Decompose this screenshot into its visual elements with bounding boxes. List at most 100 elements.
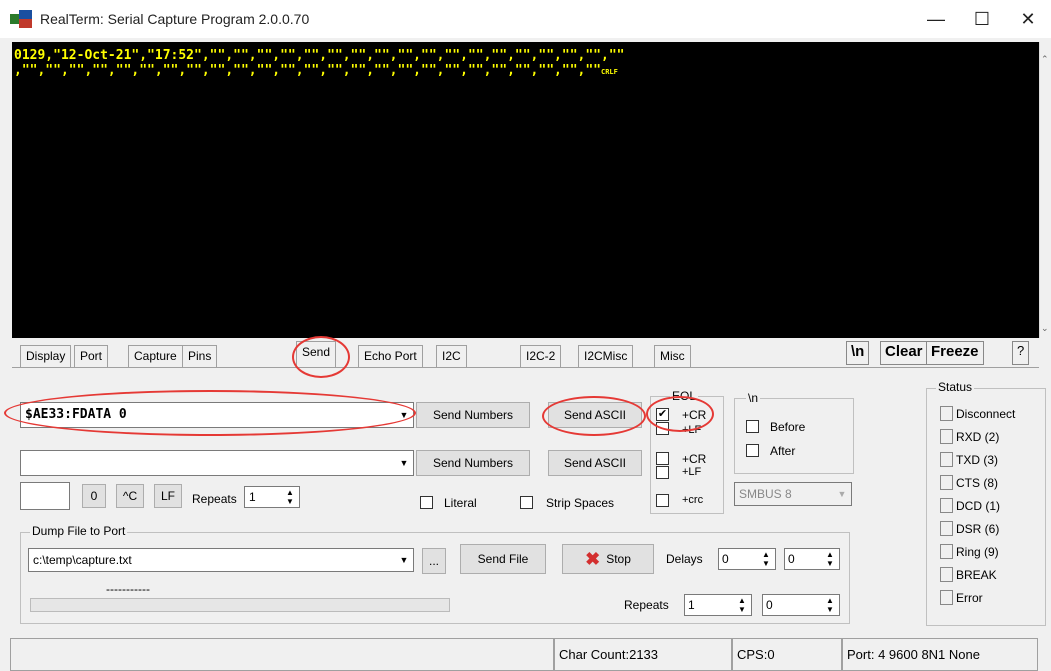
literal-checkbox[interactable]	[420, 496, 433, 509]
eol2-lf-checkbox[interactable]	[656, 466, 669, 479]
dump-file-label: Dump File to Port	[30, 524, 128, 538]
smbus-select[interactable]: SMBUS 8 ▼	[734, 482, 852, 506]
progress-dashes: -----------	[106, 582, 150, 596]
status-item-label: BREAK	[956, 567, 997, 582]
terminal-display[interactable]: 0129,"12-Oct-21","17:52","","","","","",…	[12, 42, 1039, 338]
status-list: Disconnect RXD (2) TXD (3) CTS (8) DCD (1) DS…	[940, 402, 1044, 609]
spinner-icon[interactable]: ▲ ▼	[823, 549, 837, 569]
browse-button[interactable]: ...	[422, 548, 446, 574]
delay-1-spinner[interactable]: 0 ▲ ▼	[718, 548, 776, 570]
minimize-button[interactable]: —	[913, 0, 959, 38]
status-indicator	[940, 590, 953, 605]
send-file-button[interactable]: Send File	[460, 544, 546, 574]
tab-pins[interactable]: Pins	[182, 345, 218, 367]
send-ascii-button-2[interactable]: Send ASCII	[548, 450, 642, 476]
tab-i2c[interactable]: I2C	[436, 345, 467, 367]
dump-repeats-1-value[interactable]: 1	[688, 598, 695, 612]
send-line-1-value[interactable]: $AE33:FDATA 0	[25, 407, 127, 422]
repeats-value[interactable]: 1	[249, 490, 256, 504]
spinner-icon[interactable]: ▲ ▼	[759, 549, 773, 569]
after-checkbox[interactable]	[746, 444, 759, 457]
statusbar-empty	[10, 638, 554, 671]
eol1-lf-checkbox[interactable]	[656, 422, 669, 435]
status-indicator	[940, 498, 953, 513]
terminal-line-1: 0129,"12-Oct-21","17:52","","","","","",…	[14, 48, 625, 63]
tab-echo-port[interactable]: Echo Port	[358, 345, 423, 367]
status-row: DCD (1)	[940, 494, 1044, 517]
clear-button[interactable]: Clear	[880, 341, 928, 365]
strip-spaces-checkbox[interactable]	[520, 496, 533, 509]
status-indicator	[940, 406, 953, 421]
repeats-spinner[interactable]: 1 ▲ ▼	[244, 486, 300, 508]
crc-label: +crc	[682, 494, 704, 506]
tab-display[interactable]: Display	[20, 345, 72, 367]
dump-repeats-2-spinner[interactable]: 0 ▲ ▼	[762, 594, 840, 616]
status-row: CTS (8)	[940, 471, 1044, 494]
send-ascii-button-1[interactable]: Send ASCII	[548, 402, 642, 428]
dump-repeats-1-spinner[interactable]: 1 ▲ ▼	[684, 594, 752, 616]
delay-1-value[interactable]: 0	[722, 552, 729, 566]
before-checkbox[interactable]	[746, 420, 759, 433]
dropdown-arrow-icon[interactable]: ▼	[834, 484, 850, 504]
terminal-scrollbar[interactable]: ⌃ ⌄	[1039, 42, 1051, 338]
tab-port[interactable]: Port	[74, 345, 109, 367]
repeats-label: Repeats	[192, 492, 237, 506]
spinner-icon[interactable]: ▲ ▼	[823, 595, 837, 615]
delays-label: Delays	[666, 552, 703, 566]
maximize-button[interactable]: ☐	[959, 0, 1005, 38]
help-button[interactable]: ?	[1012, 341, 1030, 365]
scroll-down-icon[interactable]: ⌄	[1041, 323, 1049, 334]
zero-button[interactable]: 0	[82, 484, 106, 508]
terminal-line-2-text: ,"","","","","","","","","","","","","",…	[14, 63, 601, 78]
send-line-1-combo[interactable]: $AE33:FDATA 0 ▼	[20, 402, 414, 428]
strip-spaces-label: Strip Spaces	[546, 496, 615, 510]
status-item-label: Ring (9)	[956, 544, 999, 559]
eol2-cr-checkbox[interactable]	[656, 452, 669, 465]
smbus-value[interactable]: SMBUS 8	[739, 487, 792, 501]
spinner-icon[interactable]: ▲ ▼	[283, 487, 297, 507]
before-label: Before	[770, 420, 806, 434]
ctrl-c-button[interactable]: ^C	[116, 484, 144, 508]
literal-label: Literal	[444, 496, 477, 510]
newline-button[interactable]: \n	[846, 341, 870, 365]
scroll-up-icon[interactable]: ⌃	[1041, 54, 1049, 65]
send-numbers-button-2[interactable]: Send Numbers	[416, 450, 530, 476]
status-indicator	[940, 429, 953, 444]
tab-underline	[12, 367, 1039, 368]
cps: CPS:0	[732, 638, 842, 671]
tab-i2cmisc[interactable]: I2CMisc	[578, 345, 634, 367]
send-line-2-combo[interactable]: ▼	[20, 450, 414, 476]
terminal-line-2: ,"","","","","","","","","","","","","",…	[14, 63, 1037, 80]
freeze-button[interactable]: Freeze	[926, 341, 984, 365]
crc-checkbox[interactable]	[656, 494, 669, 507]
eol1-cr-checkbox[interactable]: ✔	[656, 408, 669, 421]
status-row: BREAK	[940, 563, 1044, 586]
delay-2-spinner[interactable]: 0 ▲ ▼	[784, 548, 840, 570]
lf-button[interactable]: LF	[154, 484, 182, 508]
status-label: Status	[936, 380, 975, 394]
char-input[interactable]	[20, 482, 70, 510]
dump-file-value[interactable]: c:\temp\capture.txt	[33, 553, 132, 567]
tab-i2c-2[interactable]: I2C-2	[520, 345, 562, 367]
tab-capture[interactable]: Capture	[128, 345, 183, 367]
dropdown-arrow-icon[interactable]: ▼	[396, 550, 412, 570]
dump-file-combo[interactable]: c:\temp\capture.txt ▼	[28, 548, 414, 572]
tab-misc[interactable]: Misc	[654, 345, 691, 367]
status-row: Error	[940, 586, 1044, 609]
after-label: After	[770, 444, 796, 458]
status-indicator	[940, 567, 953, 582]
stop-button[interactable]: ✖ Stop	[562, 544, 654, 574]
tab-send[interactable]: Send	[296, 341, 337, 367]
eol1-cr-label: +CR	[682, 408, 707, 422]
dropdown-arrow-icon[interactable]: ▼	[396, 404, 412, 426]
close-button[interactable]: ✕	[1005, 0, 1051, 38]
dropdown-arrow-icon[interactable]: ▼	[396, 452, 412, 474]
delay-2-value[interactable]: 0	[788, 552, 795, 566]
spinner-icon[interactable]: ▲ ▼	[735, 595, 749, 615]
stop-x-icon: ✖	[585, 548, 601, 569]
status-item-label: Error	[956, 590, 983, 605]
status-item-label: DCD (1)	[956, 498, 1000, 513]
send-numbers-button-1[interactable]: Send Numbers	[416, 402, 530, 428]
window-title: RealTerm: Serial Capture Program 2.0.0.7…	[40, 11, 310, 27]
dump-repeats-2-value[interactable]: 0	[766, 598, 773, 612]
